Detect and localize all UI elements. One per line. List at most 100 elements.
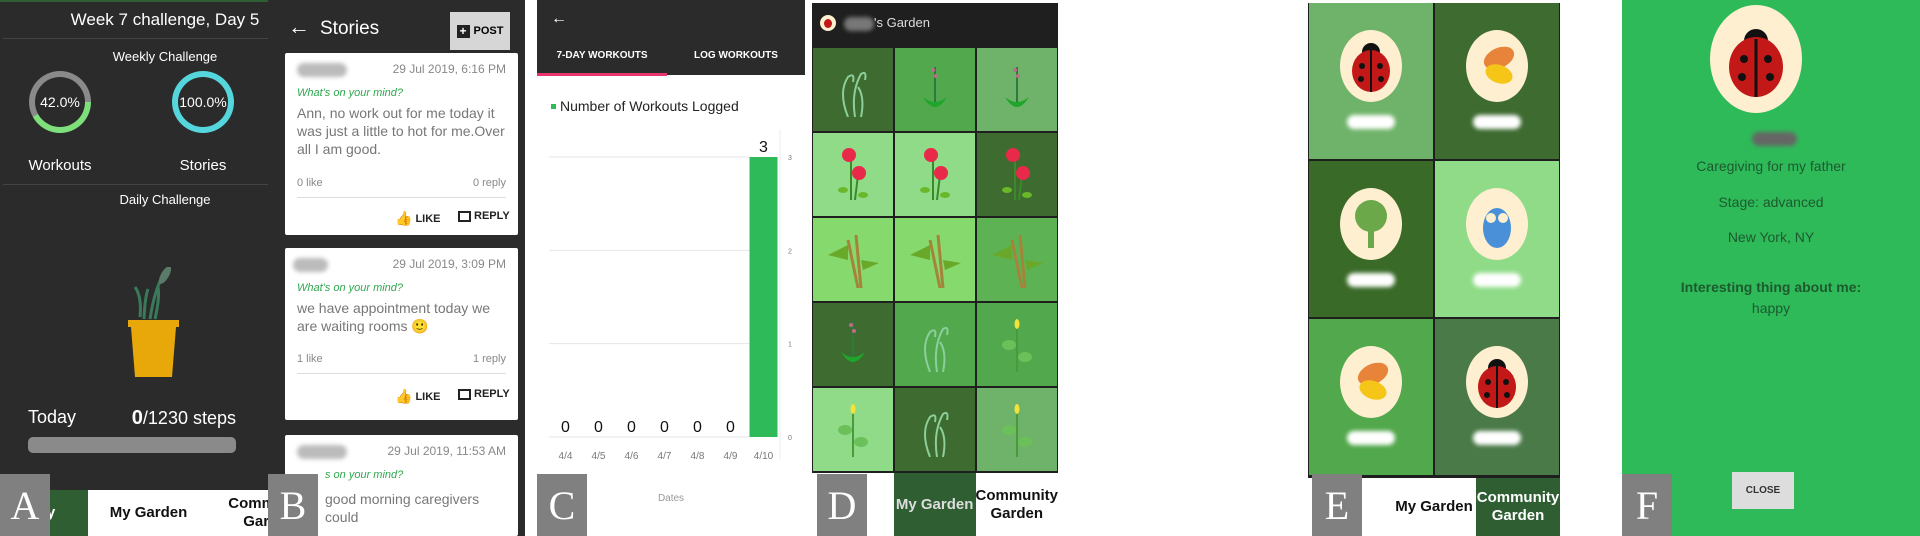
- like-button[interactable]: 👍 LIKE: [395, 388, 441, 405]
- fern-icon: [924, 411, 949, 457]
- comment-icon: [458, 388, 471, 400]
- x-tick-label: 4/4: [559, 451, 573, 462]
- ladybug-avatar-icon: [1710, 5, 1802, 113]
- member-badge: [1466, 30, 1528, 102]
- member-name-redacted: [1347, 273, 1395, 287]
- y-tick-label: 3: [788, 155, 792, 162]
- garden-tile-fern[interactable]: [813, 48, 893, 131]
- workouts-label: Workouts: [28, 157, 92, 174]
- reply-button[interactable]: REPLY: [458, 210, 510, 222]
- bamboo-icon: [992, 234, 1043, 288]
- garden-tile-fern[interactable]: [895, 388, 975, 471]
- garden-tile-bamboo[interactable]: [813, 218, 893, 301]
- like-count: 0 like: [297, 177, 323, 189]
- post-date: 29 Jul 2019, 11:53 AM: [387, 444, 506, 458]
- data-label: 0: [726, 419, 735, 436]
- today-label: Today: [28, 407, 77, 427]
- community-garden-screen: y My Garden Community Garden E: [1308, 3, 1560, 536]
- member-tile[interactable]: [1309, 161, 1433, 317]
- member-badge: [1340, 346, 1402, 418]
- author-name-redacted: [297, 445, 347, 459]
- y-tick-label: 2: [788, 248, 792, 255]
- story-card: 29 Jul 2019, 3:09 PM What's on your mind…: [285, 248, 518, 420]
- story-card: 29 Jul 2019, 6:16 PM What's on your mind…: [285, 53, 518, 235]
- panel-label-d: D: [817, 474, 867, 536]
- post-prompt: s on your mind?: [325, 469, 404, 481]
- garden-tile-bamboo[interactable]: [895, 218, 975, 301]
- steps-goal: /1230 steps: [142, 408, 236, 428]
- nav-tab-my-garden[interactable]: My Garden: [893, 473, 976, 536]
- profile-location: New York, NY: [1727, 229, 1815, 245]
- back-arrow-icon[interactable]: ←: [551, 10, 567, 28]
- story-card: 29 Jul 2019, 11:53 AM s on your mind? go…: [285, 435, 518, 536]
- tab-7-day-workouts[interactable]: 7-DAY WORKOUTS: [537, 50, 667, 61]
- garden-title: 's Garden: [874, 15, 930, 30]
- x-tick-label: 4/10: [754, 451, 774, 462]
- legend-swatch: [551, 104, 556, 109]
- nav-tab-my-garden[interactable]: My Garden: [88, 490, 209, 536]
- garden-tile-sprout[interactable]: [977, 48, 1057, 131]
- x-tick-label: 4/5: [592, 451, 606, 462]
- nav-tab-community-garden[interactable]: Community Garden: [1476, 478, 1560, 536]
- panel-label-b: B: [268, 474, 318, 536]
- data-label: 0: [627, 419, 636, 436]
- garden-tile-bud[interactable]: [813, 388, 893, 471]
- close-button[interactable]: CLOSE: [1732, 472, 1794, 509]
- post-date: 29 Jul 2019, 3:09 PM: [392, 257, 506, 271]
- like-button[interactable]: 👍 LIKE: [395, 210, 441, 227]
- member-name-redacted: [1347, 115, 1395, 129]
- reply-button[interactable]: REPLY: [458, 388, 510, 400]
- nav-tab-community-garden[interactable]: Community Garden: [976, 473, 1059, 536]
- garden-tile-bud[interactable]: [977, 388, 1057, 471]
- x-tick-label: 4/9: [724, 451, 738, 462]
- post-button[interactable]: + POST: [450, 12, 510, 50]
- data-label: 0: [594, 419, 603, 436]
- fern-icon: [842, 71, 867, 117]
- author-name-redacted: [293, 258, 328, 272]
- interesting-value: happy: [1751, 300, 1791, 316]
- member-tile[interactable]: [1435, 161, 1559, 317]
- garden-tile-sprout[interactable]: [813, 303, 893, 386]
- panel-label-e: E: [1312, 474, 1362, 536]
- owner-name-redacted: [844, 17, 874, 31]
- tab-log-workouts[interactable]: LOG WORKOUTS: [667, 50, 805, 61]
- garden-tile-rose[interactable]: [977, 133, 1057, 216]
- post-label: POST: [473, 25, 504, 37]
- profile-caption: Caregiving for my father: [1696, 158, 1846, 174]
- steps-count: 0/1230 steps: [132, 407, 236, 430]
- panel-label-c: C: [537, 474, 587, 536]
- profile-screen: Caregiving for my father Stage: advanced…: [1622, 0, 1920, 536]
- y-tick-label: 1: [788, 342, 792, 349]
- back-arrow-icon[interactable]: ←: [288, 14, 310, 40]
- sprout-icon: [1005, 67, 1029, 107]
- bamboo-icon: [910, 234, 961, 288]
- member-tile[interactable]: [1435, 3, 1559, 159]
- tree-icon: [1355, 200, 1387, 248]
- member-badge: [1340, 188, 1402, 260]
- garden-tile-rose[interactable]: [813, 133, 893, 216]
- garden-tile-bamboo[interactable]: [977, 218, 1057, 301]
- post-prompt: What's on your mind?: [297, 282, 404, 294]
- butterfly-icon: [1357, 362, 1389, 400]
- nav-tab-my-garden[interactable]: My Garden: [1392, 478, 1476, 536]
- bar: [749, 157, 778, 437]
- member-tile[interactable]: [1309, 319, 1433, 475]
- stories-screen: ← Stories + POST 29 Jul 2019, 6:16 PM Wha…: [268, 0, 525, 536]
- post-date: 29 Jul 2019, 6:16 PM: [392, 62, 506, 76]
- garden-tile-sprout[interactable]: [895, 48, 975, 131]
- reply-label: REPLY: [474, 388, 510, 400]
- member-tile[interactable]: [1435, 319, 1559, 475]
- member-tile[interactable]: [1309, 3, 1433, 159]
- garden-tile-bud[interactable]: [977, 303, 1057, 386]
- rose-icon: [920, 147, 950, 200]
- thumbs-up-icon: 👍: [395, 388, 413, 404]
- data-label: 0: [561, 419, 570, 436]
- member-badge: [1466, 346, 1528, 418]
- panel-label-f: F: [1622, 474, 1672, 536]
- post-prompt: What's on your mind?: [297, 87, 404, 99]
- sprout-icon: [841, 322, 865, 362]
- garden-tile-fern[interactable]: [895, 303, 975, 386]
- like-label: LIKE: [415, 212, 441, 225]
- plant-pot-icon: [128, 267, 179, 377]
- garden-tile-rose[interactable]: [895, 133, 975, 216]
